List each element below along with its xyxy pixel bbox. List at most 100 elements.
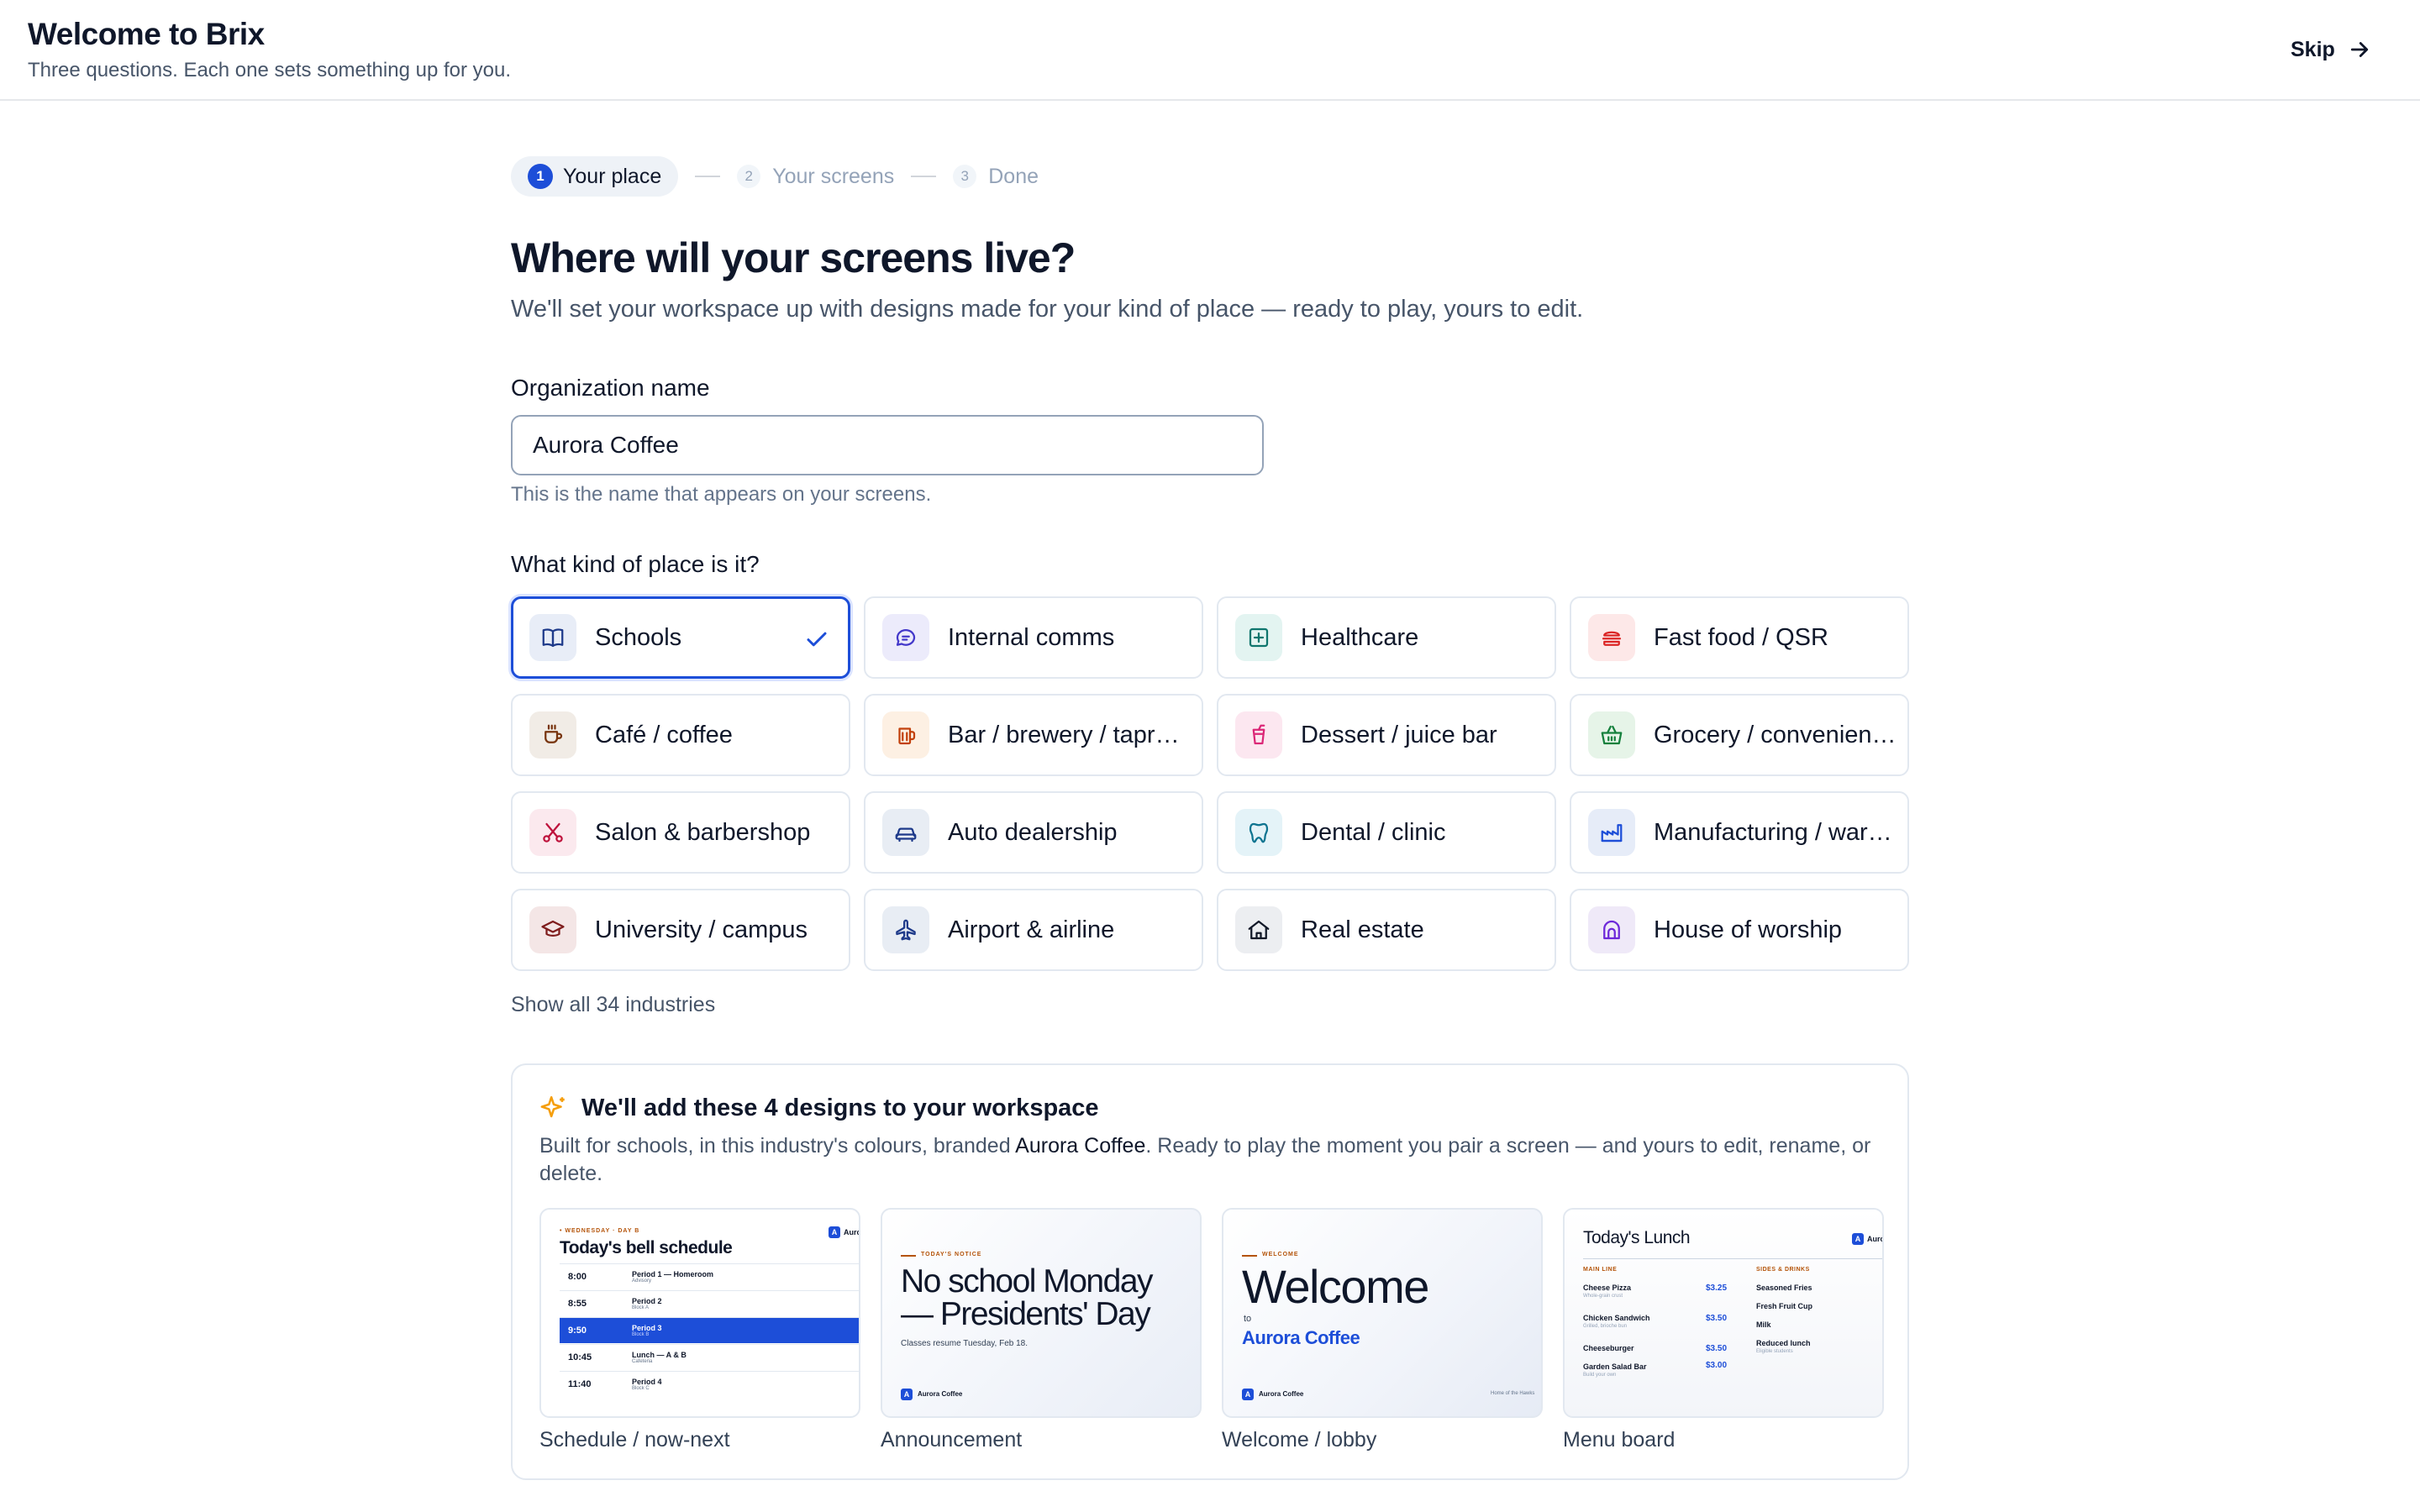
design-card-label: Schedule / now-next [539, 1428, 730, 1452]
brand-badge-icon: A [901, 1389, 913, 1400]
industry-tile-university[interactable]: University / campus [511, 889, 850, 971]
industry-label: Grocery / convenience [1654, 721, 1897, 748]
thumb-body: Classes resume Tuesday, Feb 18. [901, 1339, 1028, 1348]
row-time: 9:50 [568, 1326, 587, 1336]
industry-tile-auto[interactable]: Auto dealership [864, 791, 1203, 874]
schedule-row: 11:40 Period 4 Block C [560, 1371, 859, 1397]
menu-item-price: $3.50 [1706, 1344, 1728, 1353]
industry-label: Healthcare [1301, 623, 1419, 651]
design-cards: • WEDNESDAY · DAY B Today's bell schedul… [539, 1208, 1884, 1452]
row-name: Lunch — A & B [632, 1351, 687, 1359]
menu-divider [1583, 1258, 1882, 1259]
brand-badge-icon: A [829, 1226, 840, 1238]
menu-side-sub: Eligible students [1756, 1349, 1793, 1354]
industry-tile-cafe[interactable]: Café / coffee [511, 694, 850, 776]
thumb-title-line: — Presidents' Day [901, 1296, 1151, 1332]
thumb-title-line: No school Monday [901, 1263, 1154, 1299]
menu-side-name: Milk [1756, 1320, 1771, 1329]
skip-button[interactable]: Skip [2279, 30, 2384, 69]
sparkle-icon [540, 1095, 565, 1118]
thumb-to: to [1244, 1314, 1252, 1324]
factory-icon [1588, 809, 1635, 856]
row-name: Period 4 [632, 1378, 662, 1386]
menu-item-name: Chicken Sandwich [1583, 1314, 1650, 1322]
schedule-row: 8:55 Period 2 Block A [560, 1290, 859, 1316]
industry-tile-dental[interactable]: Dental / clinic [1217, 791, 1556, 874]
org-name-input[interactable] [511, 415, 1264, 475]
brand-name: Aurora Coffee [918, 1390, 963, 1398]
industry-label: Fast food / QSR [1654, 623, 1828, 651]
design-thumbnail[interactable]: WELCOME Welcome to Aurora Coffee A Auror… [1222, 1208, 1543, 1418]
design-card-schedule[interactable]: • WEDNESDAY · DAY B Today's bell schedul… [539, 1208, 860, 1452]
thumb-title: Today's Lunch [1583, 1228, 1691, 1247]
row-time: 10:45 [568, 1352, 592, 1362]
row-time: 8:00 [568, 1272, 587, 1282]
top-header: Welcome to Brix Three questions. Each on… [0, 0, 2420, 101]
industry-tile-dessert[interactable]: Dessert / juice bar [1217, 694, 1556, 776]
industry-tile-schools[interactable]: Schools [511, 596, 850, 679]
check-icon [807, 632, 827, 647]
industry-tile-healthcare[interactable]: Healthcare [1217, 596, 1556, 679]
design-card-label: Welcome / lobby [1222, 1428, 1377, 1452]
menu-column-head: SIDES & DRINKS [1756, 1267, 1810, 1273]
step-your-screens[interactable]: 2 Your screens [737, 165, 894, 189]
step-number: 1 [528, 164, 553, 189]
stepper: 1 Your place 2 Your screens 3 Done [511, 156, 1039, 197]
industry-tile-real-estate[interactable]: Real estate [1217, 889, 1556, 971]
industry-tile-internal-comms[interactable]: Internal comms [864, 596, 1203, 679]
design-thumbnail[interactable]: TODAY'S NOTICE No school Monday — Presid… [881, 1208, 1202, 1418]
industry-tile-salon[interactable]: Salon & barbershop [511, 791, 850, 874]
thumb-title: Today's bell schedule [560, 1238, 733, 1257]
design-card-menu[interactable]: Today's Lunch A Auro MAIN LINE SIDES & D… [1563, 1208, 1884, 1452]
kicker-rule [901, 1255, 916, 1257]
designs-description: Built for schools, in this industry's co… [539, 1132, 1884, 1188]
designs-panel: We'll add these 4 designs to your worksp… [511, 1063, 1909, 1480]
step-label: Your screens [772, 164, 895, 188]
skip-label: Skip [2291, 37, 2335, 61]
thumb-title: Welcome [1242, 1260, 1429, 1313]
design-thumbnail[interactable]: • WEDNESDAY · DAY B Today's bell schedul… [539, 1208, 860, 1418]
menu-item-price: $3.50 [1706, 1314, 1728, 1323]
desc-text: Built for schools, in this industry's co… [539, 1134, 1016, 1158]
industry-tile-fast-food[interactable]: Fast food / QSR [1570, 596, 1909, 679]
place-kind-label: What kind of place is it? [511, 551, 760, 577]
industry-label: Salon & barbershop [595, 818, 811, 846]
industry-tile-grocery[interactable]: Grocery / convenience [1570, 694, 1909, 776]
step-divider [695, 176, 721, 177]
industry-tile-manufacturing[interactable]: Manufacturing / warehouse [1570, 791, 1909, 874]
page-title: Welcome to Brix [28, 17, 265, 51]
menu-item-name: Garden Salad Bar [1583, 1362, 1647, 1371]
designs-panel-title: We'll add these 4 designs to your worksp… [539, 1094, 1099, 1122]
menu-side-name: Seasoned Fries [1756, 1284, 1812, 1292]
design-card-welcome[interactable]: WELCOME Welcome to Aurora Coffee A Auror… [1222, 1208, 1543, 1452]
row-name: Period 2 [632, 1297, 662, 1305]
industry-label: Airport & airline [948, 916, 1115, 943]
car-icon [882, 809, 929, 856]
main-heading: Where will your screens live? [511, 234, 1076, 281]
show-all-industries-link[interactable]: Show all 34 industries [511, 993, 715, 1017]
industry-tile-bar[interactable]: Bar / brewery / taproom [864, 694, 1203, 776]
burger-icon [1588, 614, 1635, 661]
brand-name: Aurora [844, 1228, 859, 1236]
desc-brand: Aurora Coffee [1015, 1134, 1146, 1158]
brand-name: Auro [1867, 1235, 1884, 1243]
beer-mug-icon [882, 711, 929, 759]
kicker-rule [1242, 1255, 1257, 1257]
chat-icon [882, 614, 929, 661]
step-your-place[interactable]: 1 Your place [511, 156, 679, 197]
menu-side-name: Fresh Fruit Cup [1756, 1302, 1812, 1310]
thumb-footer: Home of the Hawks [1491, 1391, 1535, 1396]
step-done[interactable]: 3 Done [953, 165, 1039, 189]
menu-item-price: $3.00 [1706, 1361, 1728, 1370]
design-card-announcement[interactable]: TODAY'S NOTICE No school Monday — Presid… [881, 1208, 1202, 1452]
industry-label: House of worship [1654, 916, 1843, 943]
thumb-kicker: • WEDNESDAY · DAY B [560, 1228, 640, 1234]
industry-tile-airport[interactable]: Airport & airline [864, 889, 1203, 971]
brand-badge-icon: A [1852, 1233, 1864, 1245]
arrow-right-icon [2350, 42, 2368, 57]
design-thumbnail[interactable]: Today's Lunch A Auro MAIN LINE SIDES & D… [1563, 1208, 1884, 1418]
row-sub: Block B [632, 1332, 650, 1337]
brand-badge-icon: A [1242, 1389, 1254, 1400]
row-name: Period 3 [632, 1324, 662, 1332]
industry-tile-worship[interactable]: House of worship [1570, 889, 1909, 971]
